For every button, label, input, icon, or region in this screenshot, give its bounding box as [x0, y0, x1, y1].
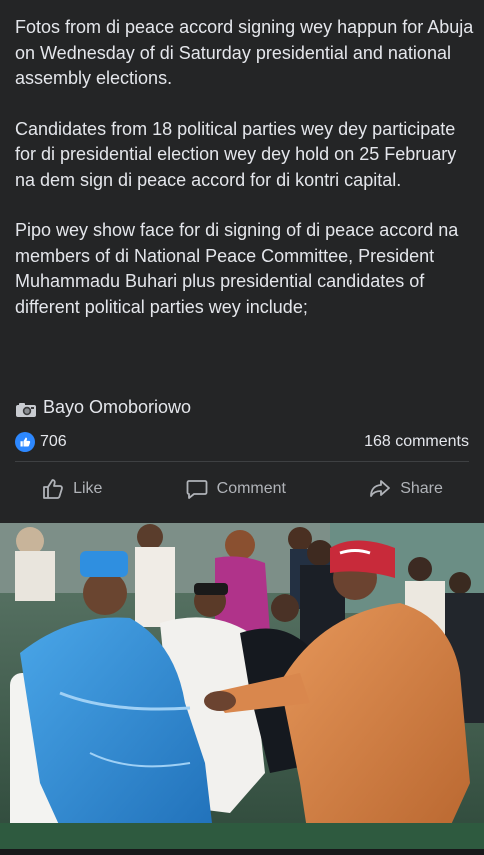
- share-icon: [370, 480, 391, 497]
- share-label: Share: [400, 480, 443, 497]
- bottom-strip: [0, 849, 484, 855]
- post-paragraph: Pipo wey show face for di signing of di …: [15, 220, 459, 317]
- share-button[interactable]: Share: [354, 471, 457, 507]
- post-card: Fotos from di peace accord signing wey h…: [0, 0, 484, 520]
- comments-count[interactable]: 168 comments: [364, 433, 469, 451]
- post-photo[interactable]: [0, 523, 484, 849]
- like-label: Like: [73, 480, 103, 497]
- credit-name: Bayo Omoboriowo: [43, 397, 192, 417]
- photo-credit: Bayo Omoboriowo: [15, 395, 191, 420]
- thumbs-up-icon: [43, 479, 63, 499]
- post-body: Fotos from di peace accord signing wey h…: [15, 15, 475, 345]
- likes-count[interactable]: 706: [15, 432, 67, 452]
- reaction-stats: 706 168 comments: [15, 429, 469, 455]
- comment-icon: [186, 480, 208, 499]
- comment-label: Comment: [216, 480, 286, 497]
- post-paragraph: Fotos from di peace accord signing wey h…: [15, 17, 474, 88]
- comment-button[interactable]: Comment: [171, 471, 300, 507]
- like-button[interactable]: Like: [27, 471, 116, 507]
- like-reaction-icon: [15, 432, 35, 452]
- likes-number: 706: [40, 433, 67, 450]
- divider: [15, 461, 469, 462]
- camera-icon: [15, 400, 37, 417]
- action-bar: Like Comment Share: [0, 468, 484, 510]
- post-paragraph: Candidates from 18 political parties wey…: [15, 118, 457, 190]
